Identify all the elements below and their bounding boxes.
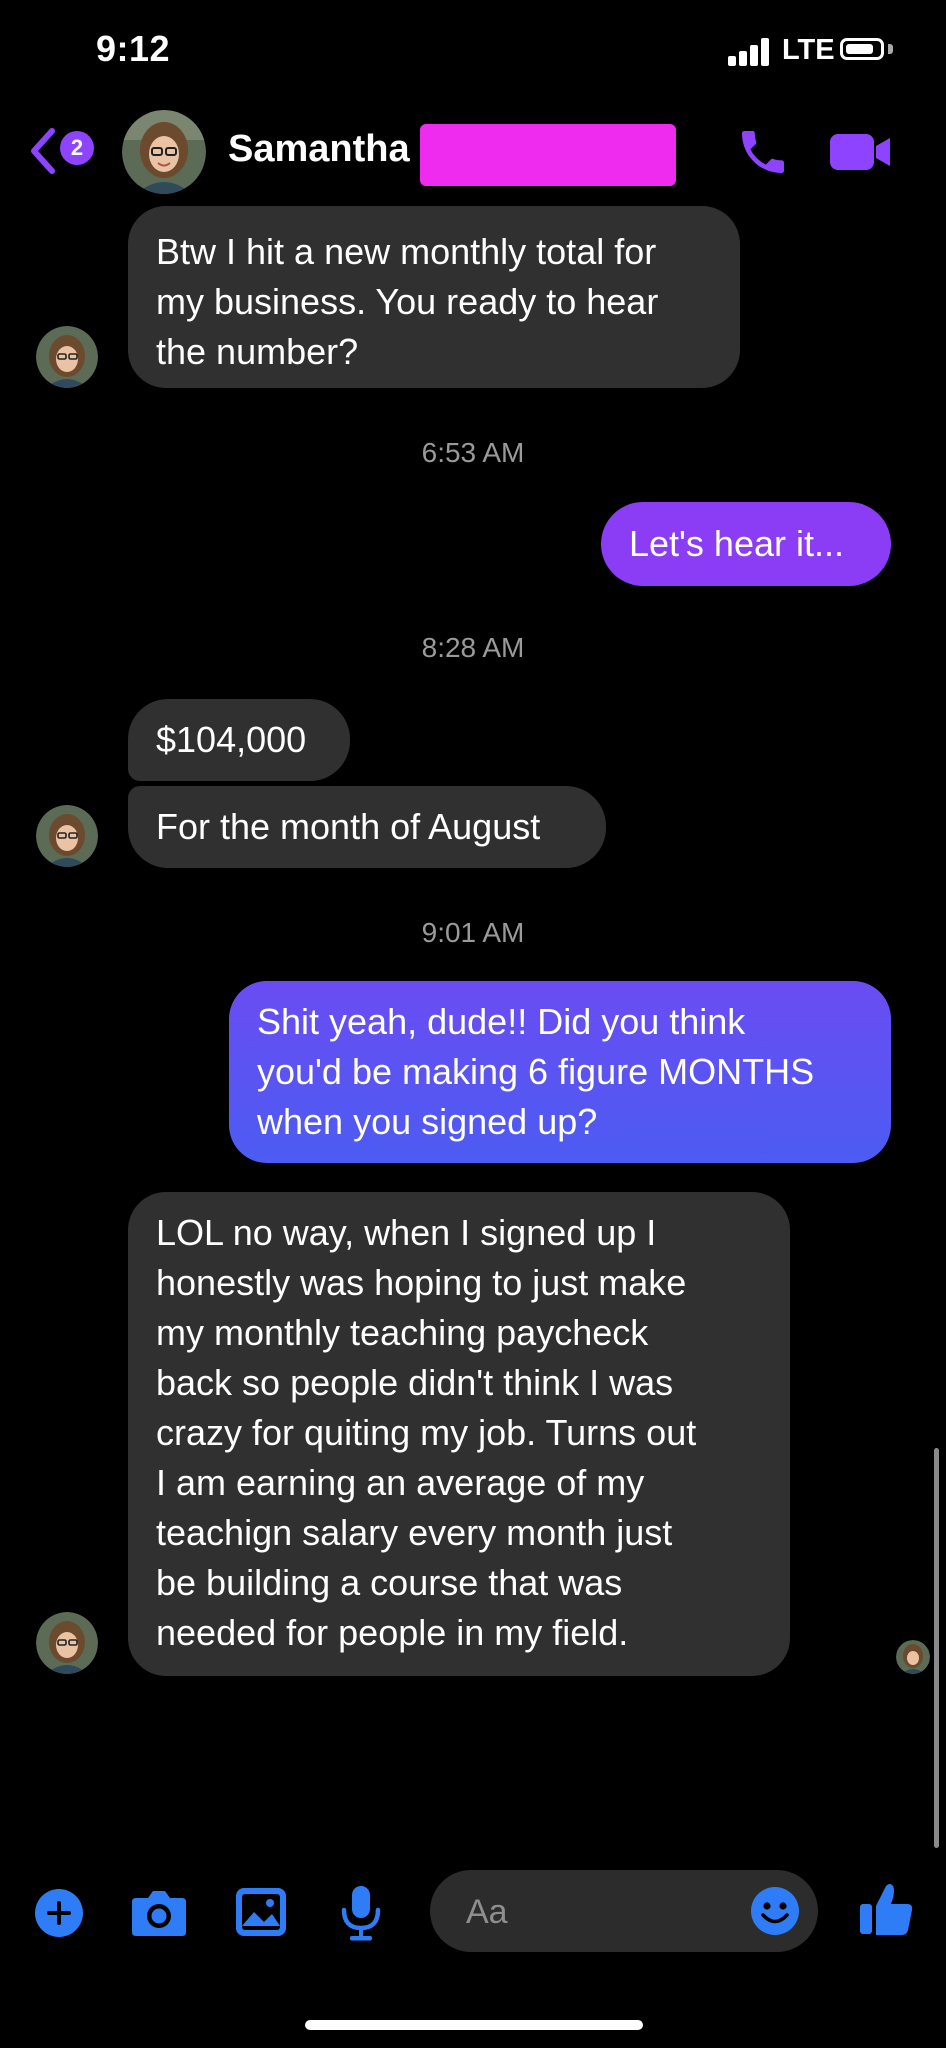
- message-timestamp: 8:28 AM: [421, 632, 525, 663]
- camera-icon[interactable]: [130, 1886, 188, 1940]
- sender-avatar[interactable]: [36, 1612, 98, 1674]
- microphone-icon[interactable]: [338, 1884, 384, 1942]
- message-line: crazy for quiting my job. Turns out: [156, 1412, 697, 1453]
- image-icon[interactable]: [234, 1886, 288, 1938]
- message-line: Shit yeah, dude!! Did you think: [257, 1001, 746, 1042]
- sender-avatar[interactable]: [36, 326, 98, 388]
- plus-circle-icon[interactable]: [34, 1888, 84, 1938]
- message-line: teachign salary every month just: [156, 1512, 673, 1553]
- message-timestamp: 9:01 AM: [421, 917, 525, 948]
- read-receipt-avatar: [896, 1640, 930, 1674]
- smiley-icon[interactable]: [750, 1886, 800, 1936]
- message-line: be building a course that was: [156, 1562, 623, 1603]
- message-line: the number?: [156, 331, 359, 372]
- message-line: back so people didn't think I was: [156, 1362, 674, 1403]
- battery-cap: [888, 44, 893, 54]
- contact-avatar[interactable]: [122, 110, 206, 194]
- chevron-left-icon[interactable]: [28, 125, 58, 177]
- message-composer[interactable]: [430, 1870, 818, 1954]
- signal-strength-icon: [728, 38, 776, 66]
- battery-icon: [840, 38, 884, 60]
- message-line: needed for people in my field.: [156, 1612, 629, 1653]
- message-line: my business. You ready to hear: [156, 281, 659, 322]
- network-type: LTE: [782, 34, 835, 66]
- scrollbar[interactable]: [934, 1448, 939, 1848]
- video-camera-icon[interactable]: [828, 130, 894, 174]
- home-indicator[interactable]: [305, 2020, 643, 2030]
- message-line: when you signed up?: [257, 1101, 598, 1142]
- message-bubble-incoming[interactable]: LOL no way, when I signed up I honestly …: [128, 1192, 790, 1676]
- message-bubble-outgoing[interactable]: Let's hear it...: [601, 502, 891, 586]
- contact-name[interactable]: Samantha: [228, 128, 410, 171]
- message-bubble-outgoing[interactable]: Shit yeah, dude!! Did you think you'd be…: [229, 981, 891, 1163]
- message-line: you'd be making 6 figure MONTHS: [257, 1051, 815, 1092]
- message-input[interactable]: [464, 1870, 728, 1954]
- unread-badge[interactable]: 2: [60, 131, 94, 165]
- message-line: I am earning an average of my: [156, 1462, 645, 1503]
- message-bubble-incoming[interactable]: Btw I hit a new monthly total for my bus…: [128, 206, 740, 388]
- message-bubble-incoming[interactable]: $104,000: [128, 699, 350, 781]
- message-line: LOL no way, when I signed up I: [156, 1212, 657, 1253]
- redaction-mark: [420, 124, 676, 186]
- message-line: my monthly teaching paycheck: [156, 1312, 649, 1353]
- message-bubble-incoming[interactable]: For the month of August: [128, 786, 606, 868]
- message-timestamp: 6:53 AM: [421, 437, 525, 468]
- message-line: Btw I hit a new monthly total for: [156, 231, 657, 272]
- message-line: honestly was hoping to just make: [156, 1262, 687, 1303]
- sender-avatar[interactable]: [36, 805, 98, 867]
- status-time: 9:12: [96, 28, 171, 69]
- phone-icon[interactable]: [735, 124, 791, 180]
- thumbs-up-icon[interactable]: [858, 1880, 914, 1938]
